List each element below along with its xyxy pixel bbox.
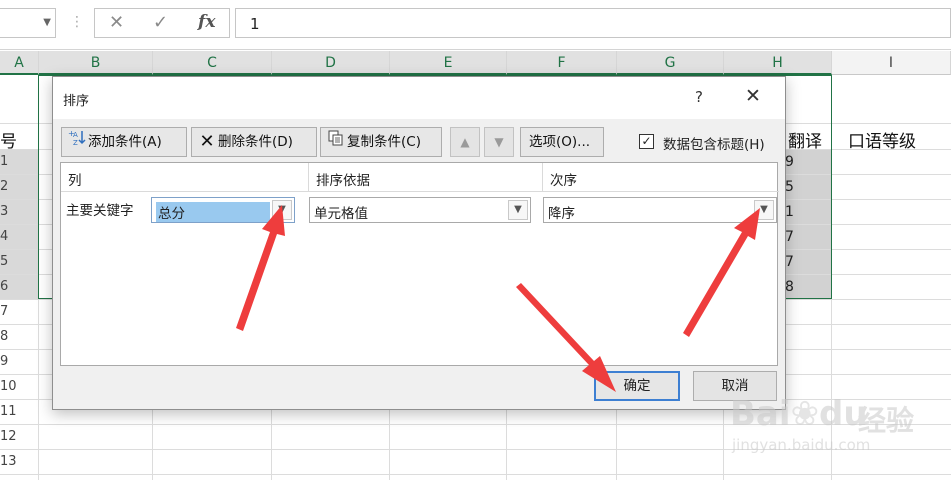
cell-i1-text: 口语等级 <box>848 132 916 152</box>
sort-column-select[interactable]: 总分 ▼ <box>151 197 295 223</box>
formula-buttons: ✕ ✓ fx <box>94 8 230 38</box>
cell-a1-text: 号 <box>0 132 17 152</box>
column-header-a[interactable]: A <box>0 51 39 75</box>
column-header-c[interactable]: C <box>153 51 272 75</box>
row-number[interactable]: 12 <box>0 429 17 444</box>
name-box[interactable]: ▼ <box>0 8 56 38</box>
column-header-g[interactable]: G <box>617 51 724 75</box>
column-header-f[interactable]: F <box>507 51 617 75</box>
row-number[interactable]: 4 <box>0 229 10 244</box>
row-number[interactable]: 1 <box>0 154 10 169</box>
list-header-order: 次序 <box>543 163 779 192</box>
grid-row-line <box>0 474 951 475</box>
header-checkbox[interactable]: ✓ <box>639 134 654 149</box>
help-icon[interactable]: ? <box>695 88 703 106</box>
formula-bar: ▼ ⋮ ✕ ✓ fx 1 <box>0 0 951 50</box>
add-condition-button[interactable]: + A Z 添加条件(A) <box>61 127 187 157</box>
options-button[interactable]: 选项(O)... <box>520 127 604 157</box>
ok-button[interactable]: 确定 <box>594 371 680 401</box>
copy-icon <box>325 128 347 156</box>
move-up-icon: ▲ <box>460 135 470 149</box>
column-header-i[interactable]: I <box>832 51 951 75</box>
sort-column-dropdown-icon[interactable]: ▼ <box>272 200 292 220</box>
watermark-cn: 经验 <box>858 404 915 437</box>
sort-on-select[interactable]: 单元格值 ▼ <box>309 197 531 223</box>
column-header-d[interactable]: D <box>272 51 390 75</box>
watermark-brand-bai: Bai <box>730 394 791 434</box>
delete-condition-button[interactable]: ✕ 删除条件(D) <box>191 127 317 157</box>
paw-icon: ❀ <box>790 394 820 434</box>
row-number[interactable]: 5 <box>0 254 10 269</box>
add-condition-label: 添加条件(A) <box>88 134 162 150</box>
sort-column-value: 总分 <box>156 202 270 222</box>
dialog-title: 排序 <box>63 94 90 109</box>
formula-input[interactable]: 1 <box>235 8 951 38</box>
list-header-sort-on: 排序依据 <box>309 163 543 192</box>
copy-condition-label: 复制条件(C) <box>347 134 421 150</box>
move-down-icon: ▼ <box>494 135 504 149</box>
sort-order-dropdown-icon[interactable]: ▼ <box>754 200 774 220</box>
move-down-button[interactable]: ▼ <box>484 127 514 157</box>
row-number[interactable]: 10 <box>0 379 17 394</box>
row-number[interactable]: 7 <box>0 304 10 319</box>
baidu-watermark: Bai❀du 经验 jingyan.baidu.com <box>730 390 940 470</box>
move-up-button[interactable]: ▲ <box>450 127 480 157</box>
cancel-entry-icon[interactable]: ✕ <box>109 12 124 33</box>
name-box-dropdown-icon[interactable]: ▼ <box>43 17 51 28</box>
column-header-b[interactable]: B <box>39 51 153 75</box>
row-number[interactable]: 13 <box>0 454 17 469</box>
sort-on-value: 单元格值 <box>314 206 368 222</box>
row-number[interactable]: 9 <box>0 354 10 369</box>
confirm-entry-icon[interactable]: ✓ <box>153 12 168 33</box>
row-number[interactable]: 8 <box>0 329 10 344</box>
sort-order-value: 降序 <box>548 206 575 222</box>
list-header-column: 列 <box>61 163 309 192</box>
formula-bar-grip-icon: ⋮ <box>70 14 84 30</box>
watermark-brand: Bai❀du <box>730 394 868 434</box>
sort-dialog: 排序 ? ✕ + A Z 添加条件(A) ✕ 删除条件(D) 复制条件(C) ▲ ▼ … <box>52 76 786 410</box>
sort-conditions-list: 列 排序依据 次序 主要关键字 总分 ▼ 单元格值 ▼ 降序 ▼ <box>60 162 779 366</box>
row-number[interactable]: 2 <box>0 179 10 194</box>
sort-on-dropdown-icon[interactable]: ▼ <box>508 200 528 220</box>
watermark-url: jingyan.baidu.com <box>732 436 871 454</box>
primary-key-label: 主要关键字 <box>66 203 134 219</box>
svg-text:A: A <box>73 131 78 139</box>
row-number[interactable]: 11 <box>0 404 17 419</box>
insert-function-icon[interactable]: fx <box>198 12 215 32</box>
add-condition-icon: + A Z <box>66 128 88 156</box>
row-number[interactable]: 6 <box>0 279 10 294</box>
delete-x-icon: ✕ <box>199 131 215 152</box>
header-checkbox-label[interactable]: 数据包含标题(H) <box>663 133 765 153</box>
dialog-title-bar[interactable]: 排序 ? ✕ <box>53 77 785 119</box>
delete-condition-label: 删除条件(D) <box>218 134 293 150</box>
row-number[interactable]: 3 <box>0 204 10 219</box>
sort-order-select[interactable]: 降序 ▼ <box>543 197 777 223</box>
column-header-e[interactable]: E <box>390 51 507 75</box>
close-icon[interactable]: ✕ <box>745 85 761 107</box>
column-header-h[interactable]: H <box>724 51 832 75</box>
copy-condition-button[interactable]: 复制条件(C) <box>320 127 442 157</box>
svg-text:Z: Z <box>73 139 78 146</box>
